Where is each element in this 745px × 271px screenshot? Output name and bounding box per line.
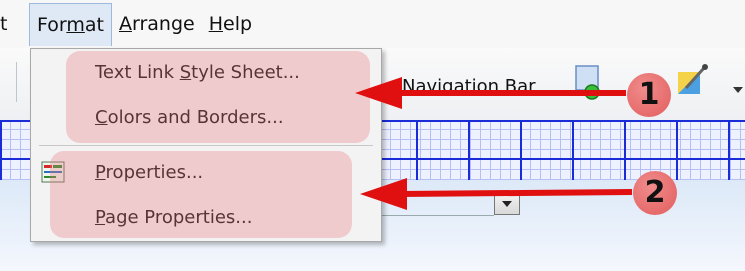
arrow-2: [360, 178, 633, 210]
callout-badge-1: 1: [627, 73, 671, 117]
arrow-1: [355, 77, 626, 109]
callout-arrows: [355, 77, 633, 210]
callout-badge-2: 2: [633, 171, 677, 215]
